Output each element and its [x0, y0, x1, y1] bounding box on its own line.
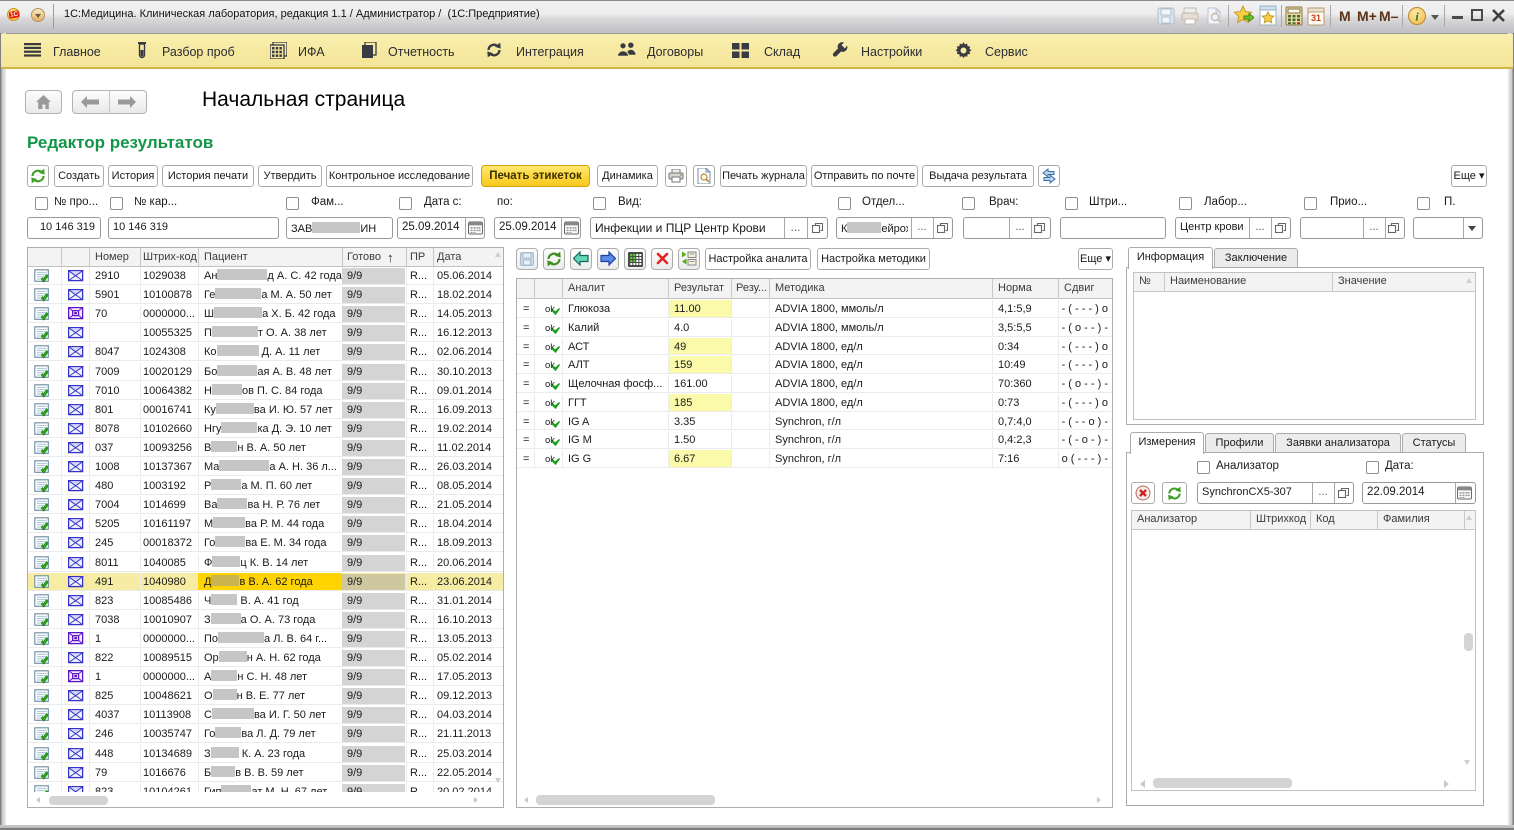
svg-text:31: 31 — [1311, 13, 1321, 23]
